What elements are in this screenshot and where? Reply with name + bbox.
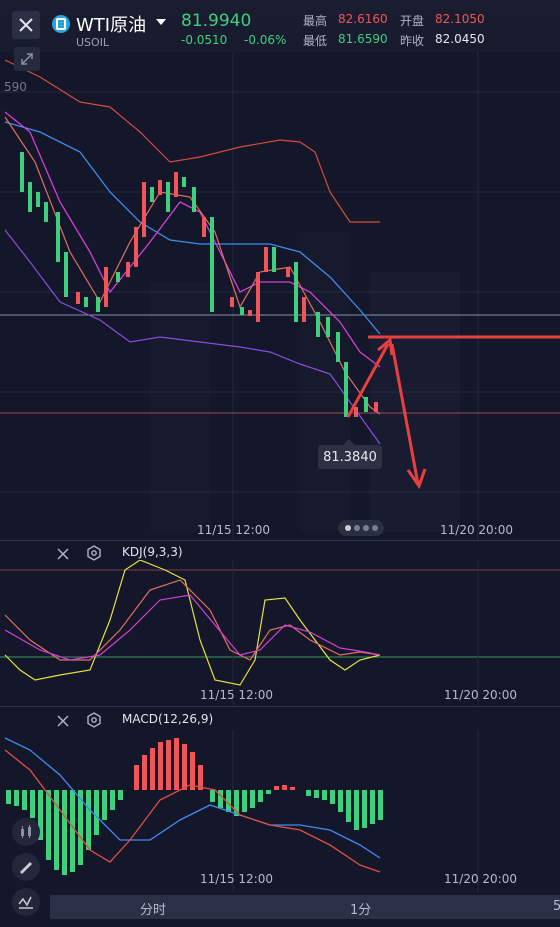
tab-5min[interactable]: 5 (553, 899, 560, 914)
x-axis-label: 11/15 12:00 (200, 872, 273, 886)
fullscreen-button[interactable] (14, 47, 40, 71)
kdj-k-line (4, 579, 381, 661)
price-change-pct: -0.06% (244, 33, 287, 47)
last-price-tag: 81.3840 (318, 445, 382, 469)
expand-icon (21, 53, 33, 65)
close-button[interactable] (12, 11, 40, 39)
current-price: 81.9940 (181, 11, 252, 31)
x-axis-label: 11/20 20:00 (444, 872, 517, 886)
period-tab-bar (50, 895, 560, 919)
stat-label-low: 最低 (303, 34, 328, 48)
kdj-chart[interactable] (0, 560, 560, 705)
main-price-chart[interactable] (0, 52, 560, 540)
chart-type-button[interactable] (12, 818, 40, 846)
close-icon (19, 18, 33, 32)
chart-pager[interactable] (338, 520, 384, 536)
stat-label-prev-close: 昨收 (400, 34, 425, 48)
close-icon (57, 548, 69, 560)
x-axis-label: 11/15 12:00 (200, 688, 273, 702)
tab-time-sharing[interactable]: 分时 (140, 899, 166, 918)
kdj-j-line (4, 560, 381, 686)
x-axis-label: 11/20 20:00 (440, 523, 513, 537)
x-axis-label: 11/15 12:00 (197, 523, 270, 537)
pencil-icon (19, 861, 33, 875)
x-axis-label: 11/20 20:00 (444, 688, 517, 702)
macd-histogram (6, 738, 383, 875)
panel-divider (0, 540, 560, 541)
macd-chart[interactable] (0, 730, 560, 892)
stat-label-high: 最高 (303, 14, 328, 28)
stat-value-prev-close: 82.0450 (435, 32, 485, 46)
settings-icon (87, 712, 101, 728)
kdj-label: KDJ(9,3,3) (122, 545, 183, 559)
stat-label-open: 开盘 (400, 14, 425, 28)
candle-chart-icon (21, 825, 31, 838)
close-icon (57, 715, 69, 727)
draw-tool-button[interactable] (12, 853, 40, 881)
macd-label: MACD(12,26,9) (122, 712, 214, 726)
macd-settings-button[interactable] (86, 712, 102, 732)
panel-divider (0, 706, 560, 707)
kdj-d-line (4, 594, 381, 661)
settings-icon (87, 545, 101, 561)
indicator-button[interactable] (12, 888, 40, 916)
instrument-logo (52, 15, 70, 33)
tab-1min[interactable]: 1分 (350, 899, 371, 918)
instrument-title[interactable]: WTI原油 (76, 11, 146, 37)
stat-value-open: 82.1050 (435, 12, 485, 26)
stat-value-low: 81.6590 (338, 32, 388, 46)
price-axis-label: 590 (4, 80, 27, 94)
indicator-icon (18, 896, 33, 909)
stat-value-high: 82.6160 (338, 12, 388, 26)
instrument-symbol: USOIL (76, 36, 110, 49)
price-change: -0.0510 (181, 33, 228, 47)
chevron-down-icon[interactable] (156, 19, 166, 25)
